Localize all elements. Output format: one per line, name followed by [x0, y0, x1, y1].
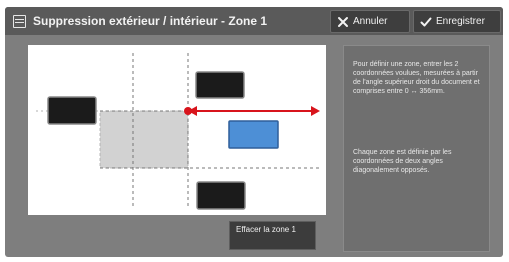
- cancel-button[interactable]: Annuler: [330, 10, 410, 33]
- zone-diagram[interactable]: [28, 45, 326, 215]
- zone-area: [99, 110, 189, 169]
- dialog: Suppression extérieur / intérieur - Zone…: [5, 7, 503, 257]
- title-bar: Suppression extérieur / intérieur - Zone…: [5, 7, 503, 35]
- coordinate-field[interactable]: [47, 96, 97, 125]
- help-text-2: Chaque zone est définie par les coordonn…: [353, 149, 452, 174]
- zone-diagram-svg: [36, 53, 320, 210]
- save-button[interactable]: Enregistrer: [413, 10, 501, 33]
- close-icon: [338, 16, 348, 27]
- coordinate-field[interactable]: [195, 71, 245, 99]
- clear-zone-button[interactable]: Effacer la zone 1: [229, 221, 316, 250]
- help-panel: Pour définir une zone, entrer les 2 coor…: [343, 45, 490, 252]
- zone-corner-marker[interactable]: [184, 107, 192, 115]
- dialog-title: Suppression extérieur / intérieur - Zone…: [33, 14, 268, 28]
- help-text-1: Pour définir une zone, entrer les 2 coor…: [353, 61, 480, 95]
- coordinate-field-selected[interactable]: [228, 120, 279, 149]
- coordinate-field[interactable]: [196, 181, 246, 210]
- arrowhead-right-icon: [311, 106, 320, 116]
- list-icon: [13, 15, 26, 28]
- cancel-label: Annuler: [353, 16, 388, 27]
- save-label: Enregistrer: [436, 16, 485, 27]
- checkmark-icon: [420, 17, 432, 26]
